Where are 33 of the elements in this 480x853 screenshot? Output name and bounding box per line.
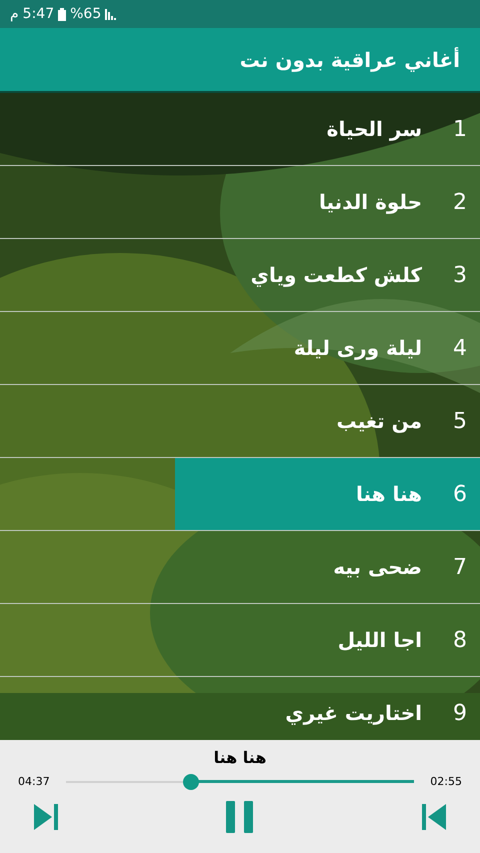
song-title[interactable]: ضحى بيه	[333, 552, 422, 582]
song-number: 2	[452, 188, 468, 216]
song-number: 5	[452, 408, 468, 436]
song-title[interactable]: هنا هنا	[356, 479, 422, 509]
song-title[interactable]: من تغيب	[336, 406, 422, 436]
song-title[interactable]: كلش كطعت وياي	[250, 260, 422, 290]
pause-button[interactable]	[224, 798, 256, 834]
time-period: م	[10, 4, 19, 24]
seek-bar[interactable]	[66, 774, 414, 790]
song-title[interactable]: ليلة ورى ليلة	[294, 333, 422, 363]
song-number: 6	[452, 480, 468, 508]
total-time: 02:55	[429, 774, 462, 790]
song-number: 9	[452, 700, 468, 728]
app-title: أغاني عراقية بدون نت	[240, 46, 460, 74]
now-playing-title: هنا هنا	[214, 747, 266, 769]
skip-next-icon	[32, 804, 60, 830]
song-number: 8	[452, 626, 468, 654]
skip-previous-icon	[420, 804, 448, 830]
song-title[interactable]: اجا الليل	[338, 625, 422, 655]
song-title[interactable]: حلوة الدنيا	[319, 187, 422, 217]
song-number: 3	[452, 262, 468, 290]
song-number: 1	[452, 116, 468, 144]
signal-icon	[105, 8, 118, 20]
battery-level: %65	[70, 4, 102, 24]
song-number: 7	[452, 554, 468, 582]
song-title[interactable]: سر الحياة	[326, 114, 422, 144]
pause-icon	[226, 800, 254, 832]
seek-thumb[interactable]	[183, 774, 200, 790]
elapsed-time: 04:37	[18, 774, 51, 790]
song-number: 4	[452, 334, 468, 362]
battery-icon	[58, 8, 66, 20]
song-title[interactable]: اختاريت غيري	[285, 698, 422, 728]
clock-time: 5:47	[22, 4, 54, 24]
